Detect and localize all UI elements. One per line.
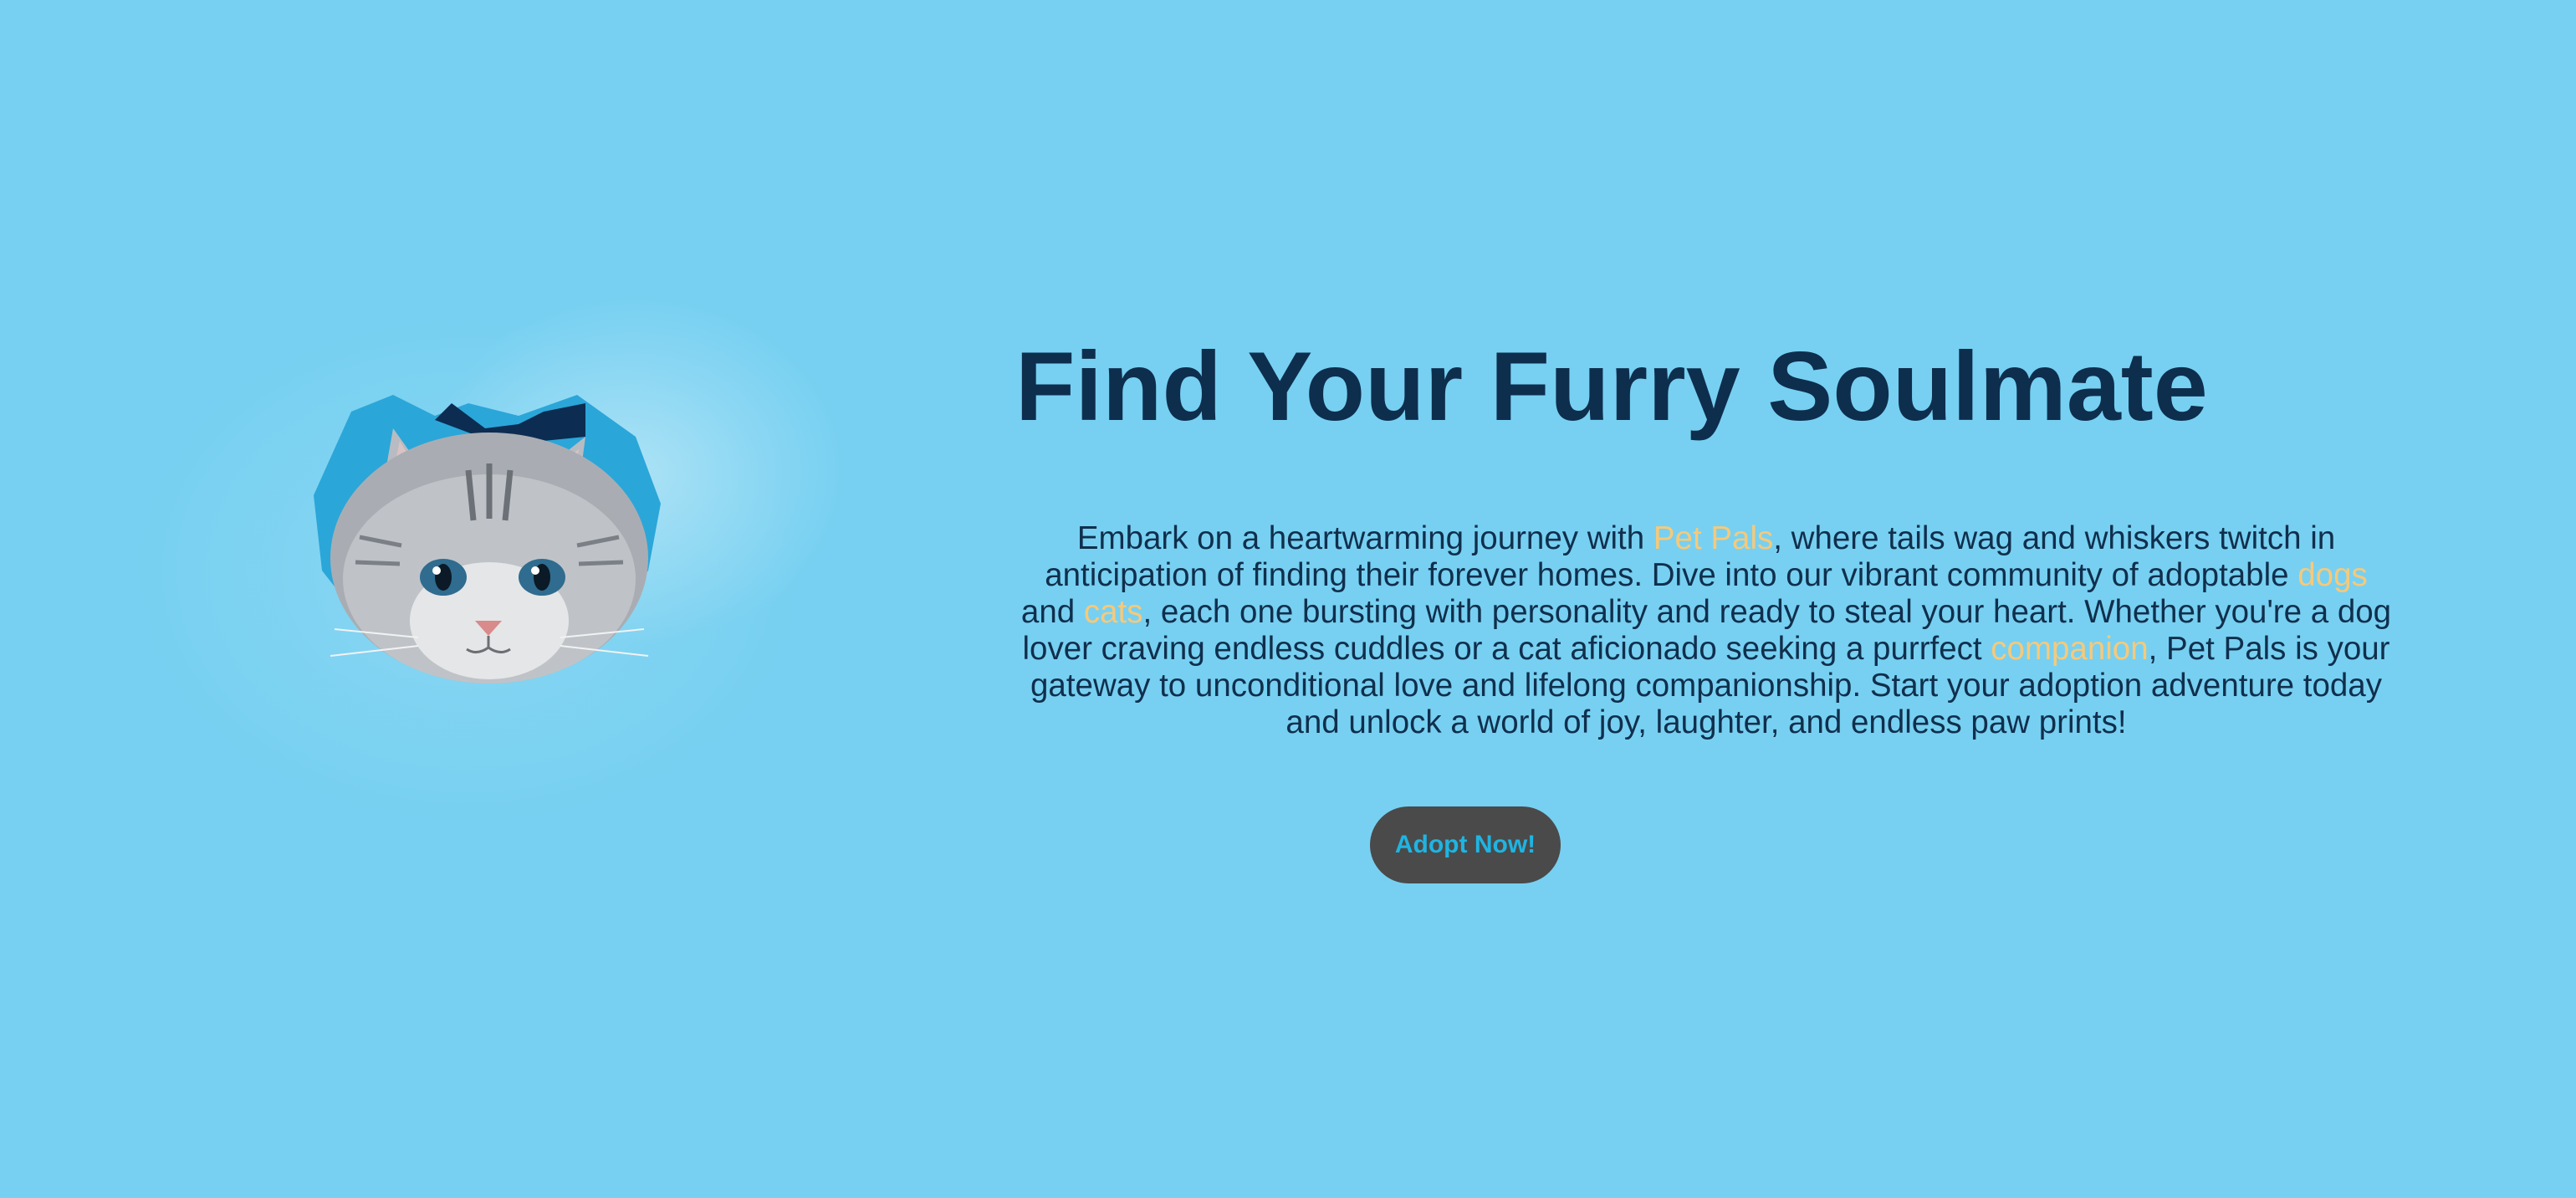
description-text: and — [1020, 594, 1084, 630]
cat-peeking-through-paper-icon — [314, 395, 661, 683]
hero-section: Find Your Furry Soulmate Embark on a hea… — [0, 0, 2576, 1198]
cat-peeking-image — [0, 269, 861, 855]
brand-highlight: Pet Pals — [1653, 520, 1774, 556]
cats-highlight: cats — [1083, 594, 1143, 630]
page-title: Find Your Furry Soulmate — [1015, 331, 2208, 441]
description-text: Embark on a heartwarming journey with — [1076, 520, 1653, 556]
hero-description: Embark on a heartwarming journey with Pe… — [1020, 520, 2392, 741]
adopt-now-button[interactable]: Adopt Now! — [1370, 806, 1561, 883]
companion-highlight: companion — [1991, 631, 2149, 667]
dogs-highlight: dogs — [2297, 557, 2368, 593]
